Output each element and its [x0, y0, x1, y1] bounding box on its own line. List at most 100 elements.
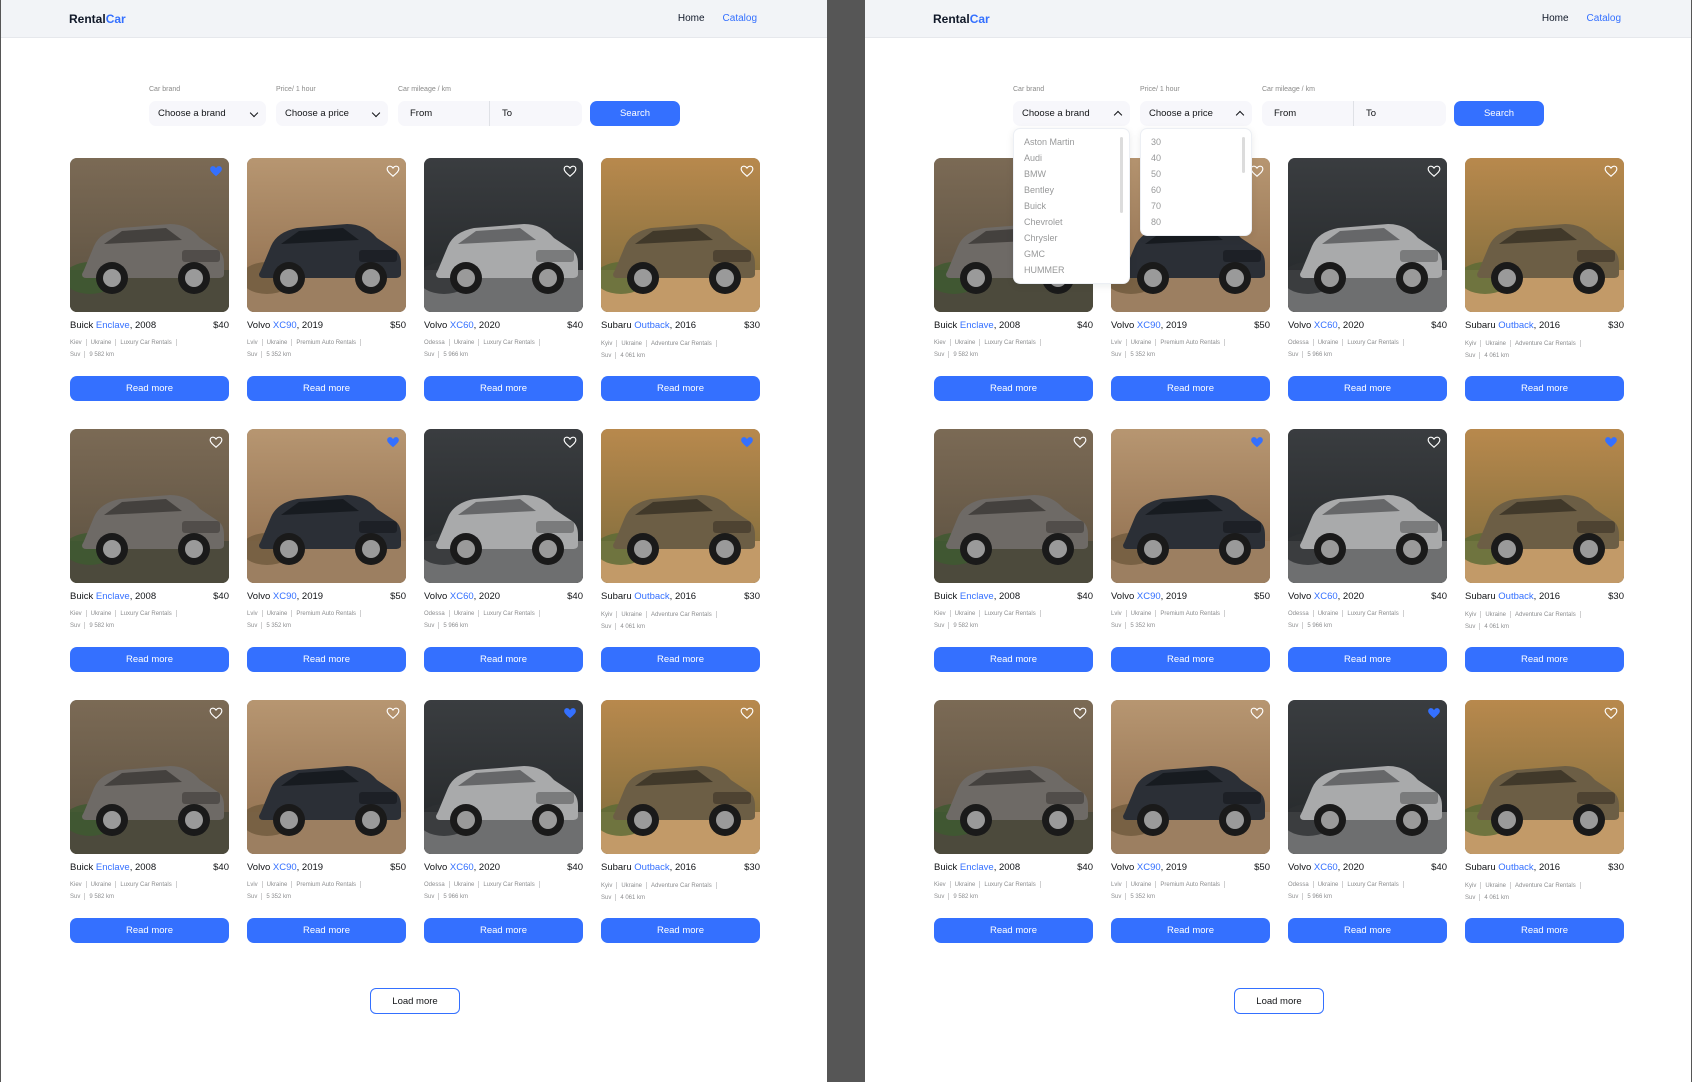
car-title: Buick Enclave, 2008 [934, 862, 1021, 873]
heart-icon[interactable] [209, 706, 223, 720]
heart-filled-icon[interactable] [563, 706, 577, 720]
read-more-button[interactable]: Read more [1288, 376, 1447, 401]
heart-icon[interactable] [209, 435, 223, 449]
read-more-button[interactable]: Read more [601, 376, 760, 401]
nav-home[interactable]: Home [678, 13, 705, 24]
price-option[interactable]: 60 [1151, 185, 1161, 195]
brand-option[interactable]: Bentley [1024, 185, 1054, 195]
read-more-button[interactable]: Read more [1111, 376, 1270, 401]
car-location-info: Odessa Ukraine Luxury Car Rentals [1288, 339, 1408, 346]
brand-option[interactable]: Audi [1024, 153, 1042, 163]
read-more-button[interactable]: Read more [1465, 647, 1624, 672]
heart-icon[interactable] [563, 435, 577, 449]
mileage-from-input[interactable]: From [1262, 101, 1354, 126]
price-dropdown: 30 40 50 60 70 80 [1140, 128, 1252, 236]
logo[interactable]: RentalCar [69, 12, 126, 26]
heart-icon[interactable] [1427, 435, 1441, 449]
brand-option[interactable]: HUMMER [1024, 265, 1065, 275]
load-more-button[interactable]: Load more [370, 988, 460, 1014]
mileage-to-input[interactable]: To [490, 101, 582, 126]
brand-select[interactable]: Choose a brand [1013, 101, 1130, 126]
price-dropdown-scrollbar[interactable] [1242, 137, 1245, 173]
car-card: Subaru Outback, 2016 $30 Kyiv Ukraine Adve… [601, 700, 760, 944]
read-more-button[interactable]: Read more [70, 376, 229, 401]
heart-filled-icon[interactable] [386, 435, 400, 449]
heart-icon[interactable] [1073, 435, 1087, 449]
heart-icon[interactable] [386, 164, 400, 178]
heart-filled-icon[interactable] [740, 435, 754, 449]
read-more-button[interactable]: Read more [424, 647, 583, 672]
read-more-button[interactable]: Read more [247, 647, 406, 672]
price-select[interactable]: Choose a price [1140, 101, 1252, 126]
heart-filled-icon[interactable] [1604, 435, 1618, 449]
read-more-button[interactable]: Read more [247, 376, 406, 401]
read-more-button[interactable]: Read more [1465, 918, 1624, 943]
read-more-button[interactable]: Read more [70, 647, 229, 672]
heart-icon[interactable] [1604, 706, 1618, 720]
read-more-button[interactable]: Read more [1111, 647, 1270, 672]
nav-home[interactable]: Home [1542, 13, 1569, 24]
car-card: Volvo XC90, 2019 $50 Lviv Ukraine Premium … [1111, 429, 1270, 673]
brand-option[interactable]: Buick [1024, 201, 1046, 211]
mileage-to-input[interactable]: To [1354, 101, 1446, 126]
read-more-button[interactable]: Read more [601, 647, 760, 672]
price-option[interactable]: 70 [1151, 201, 1161, 211]
heart-icon[interactable] [1604, 164, 1618, 178]
price-select[interactable]: Choose a price [276, 101, 388, 126]
brand-dropdown-scrollbar[interactable] [1120, 137, 1123, 213]
heart-icon[interactable] [563, 164, 577, 178]
read-more-button[interactable]: Read more [934, 918, 1093, 943]
mileage-from-input[interactable]: From [398, 101, 490, 126]
car-image [70, 158, 229, 312]
read-more-button[interactable]: Read more [1288, 918, 1447, 943]
search-button[interactable]: Search [1454, 101, 1544, 126]
heart-icon[interactable] [1073, 706, 1087, 720]
car-image [1465, 429, 1624, 583]
read-more-button[interactable]: Read more [1111, 918, 1270, 943]
read-more-button[interactable]: Read more [601, 918, 760, 943]
price-option[interactable]: 50 [1151, 169, 1161, 179]
car-price: $40 [213, 591, 229, 602]
search-button[interactable]: Search [590, 101, 680, 126]
heart-icon[interactable] [1250, 164, 1264, 178]
car-location-info: Lviv Ukraine Premium Auto Rentals [1111, 339, 1229, 346]
heart-icon[interactable] [386, 706, 400, 720]
heart-icon[interactable] [1427, 164, 1441, 178]
heart-icon[interactable] [1250, 706, 1264, 720]
brand-option[interactable]: Chevrolet [1024, 217, 1063, 227]
car-card: Buick Enclave, 2008 $40 Kiev Ukraine Luxur… [70, 700, 229, 944]
heart-filled-icon[interactable] [209, 164, 223, 178]
brand-option[interactable]: GMC [1024, 249, 1045, 259]
brand-option[interactable]: Aston Martin [1024, 137, 1075, 147]
nav-catalog[interactable]: Catalog [723, 13, 757, 24]
heart-filled-icon[interactable] [1250, 435, 1264, 449]
read-more-button[interactable]: Read more [934, 647, 1093, 672]
read-more-button[interactable]: Read more [1465, 376, 1624, 401]
car-price: $50 [1254, 591, 1270, 602]
car-specs-info: Suv 9 582 km [70, 893, 115, 901]
price-option[interactable]: 30 [1151, 137, 1161, 147]
heart-icon[interactable] [740, 706, 754, 720]
read-more-button[interactable]: Read more [247, 918, 406, 943]
read-more-button[interactable]: Read more [70, 918, 229, 943]
car-card: Subaru Outback, 2016 $30 Kyiv Ukraine Adve… [601, 158, 760, 402]
car-price: $40 [567, 320, 583, 331]
car-image [934, 429, 1093, 583]
logo[interactable]: RentalCar [933, 12, 990, 26]
heart-filled-icon[interactable] [1427, 706, 1441, 720]
read-more-button[interactable]: Read more [934, 376, 1093, 401]
car-specs-info: Suv 9 582 km [70, 622, 115, 630]
read-more-button[interactable]: Read more [424, 918, 583, 943]
heart-icon[interactable] [740, 164, 754, 178]
price-option[interactable]: 40 [1151, 153, 1161, 163]
read-more-button[interactable]: Read more [1288, 647, 1447, 672]
brand-option[interactable]: BMW [1024, 169, 1046, 179]
brand-select[interactable]: Choose a brand [149, 101, 266, 126]
read-more-button[interactable]: Read more [424, 376, 583, 401]
load-more-button[interactable]: Load more [1234, 988, 1324, 1014]
nav-catalog[interactable]: Catalog [1587, 13, 1621, 24]
brand-option[interactable]: Chrysler [1024, 233, 1058, 243]
price-option[interactable]: 80 [1151, 217, 1161, 227]
car-image [70, 429, 229, 583]
car-image [247, 700, 406, 854]
